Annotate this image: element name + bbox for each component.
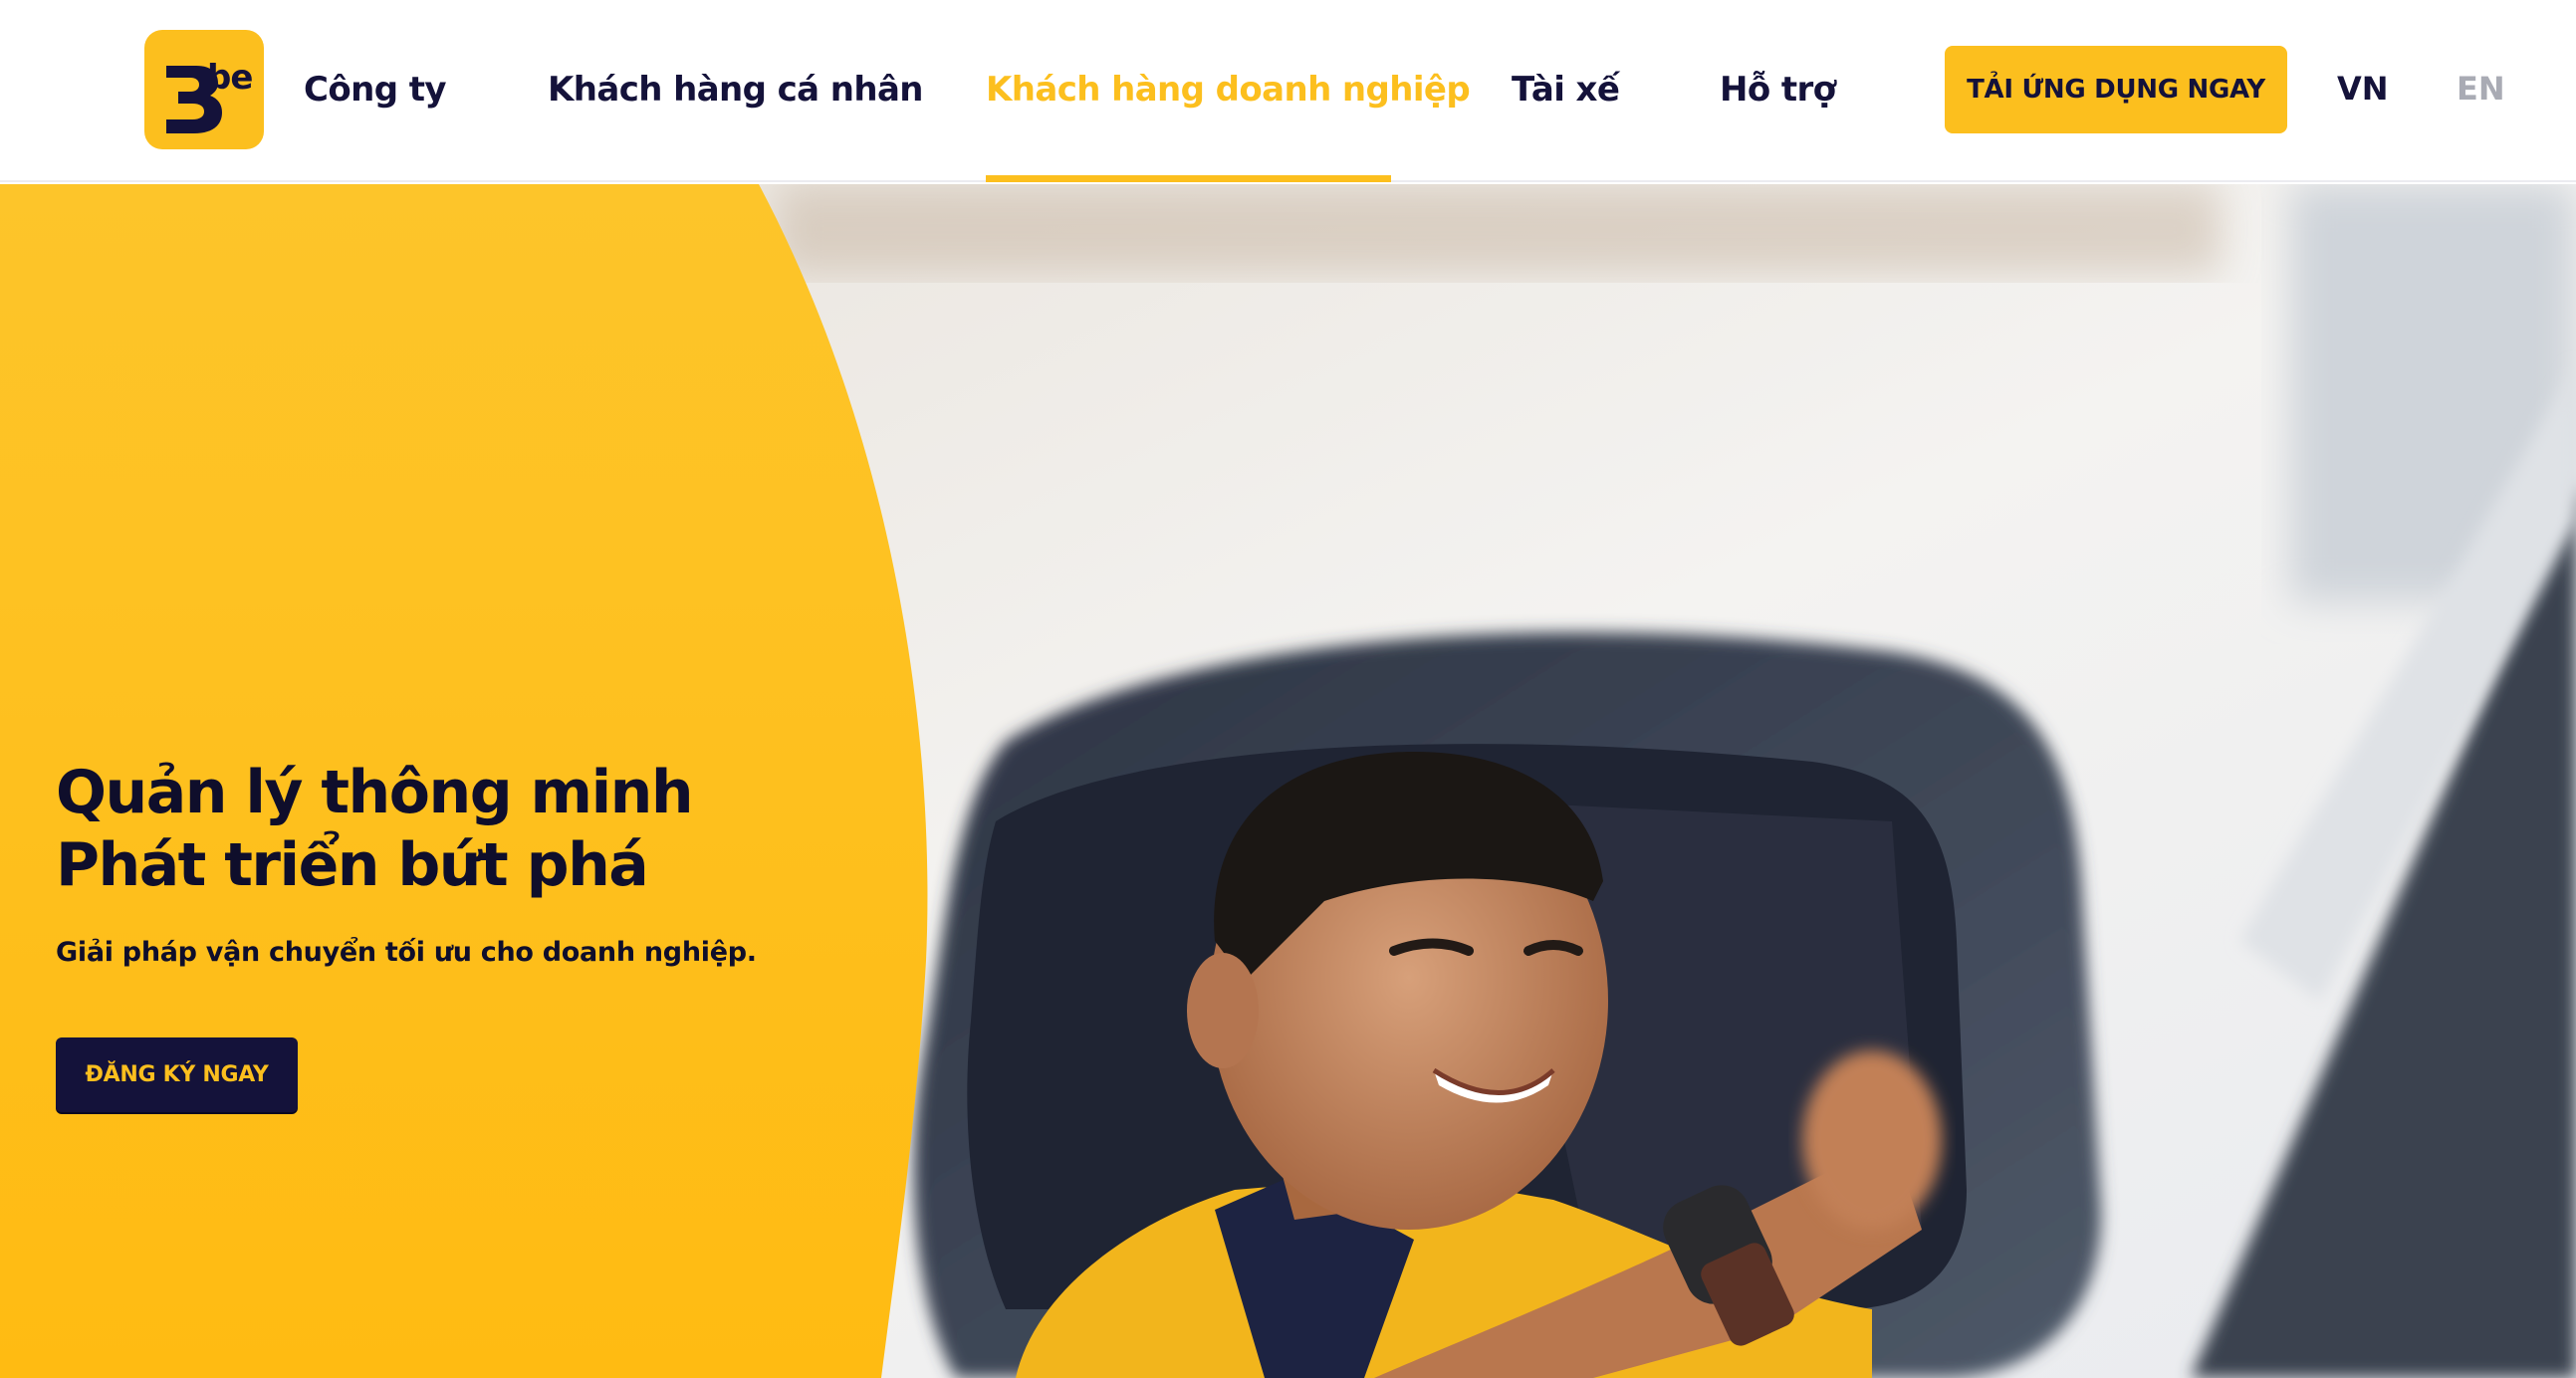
register-now-button[interactable]: ĐĂNG KÝ NGAY bbox=[56, 1037, 298, 1112]
nav-company[interactable]: Công ty bbox=[304, 66, 447, 114]
language-vn[interactable]: VN bbox=[2337, 70, 2389, 108]
be-logo[interactable]: be bbox=[144, 30, 264, 149]
hero-subtitle: Giải pháp vận chuyển tối ưu cho doanh ng… bbox=[56, 937, 757, 968]
active-nav-indicator bbox=[986, 175, 1391, 182]
hero-section: Quản lý thông minh Phát triển bứt phá Gi… bbox=[0, 184, 2576, 1378]
site-header: be Công ty Khách hàng cá nhân Khách hàng… bbox=[0, 0, 2576, 182]
language-en[interactable]: EN bbox=[2457, 70, 2505, 108]
nav-personal-customers[interactable]: Khách hàng cá nhân bbox=[548, 66, 924, 114]
hero-title-line-2: Phát triển bứt phá bbox=[56, 830, 649, 900]
download-app-button[interactable]: TẢI ỨNG DỤNG NGAY bbox=[1945, 46, 2287, 133]
hero-title-line-1: Quản lý thông minh bbox=[56, 758, 694, 827]
logo-wordmark: be bbox=[207, 58, 253, 98]
nav-business-customers[interactable]: Khách hàng doanh nghiệp bbox=[986, 66, 1471, 114]
nav-drivers[interactable]: Tài xế bbox=[1512, 66, 1620, 114]
nav-support[interactable]: Hỗ trợ bbox=[1720, 66, 1836, 114]
hero-title: Quản lý thông minh Phát triển bứt phá bbox=[56, 757, 694, 902]
